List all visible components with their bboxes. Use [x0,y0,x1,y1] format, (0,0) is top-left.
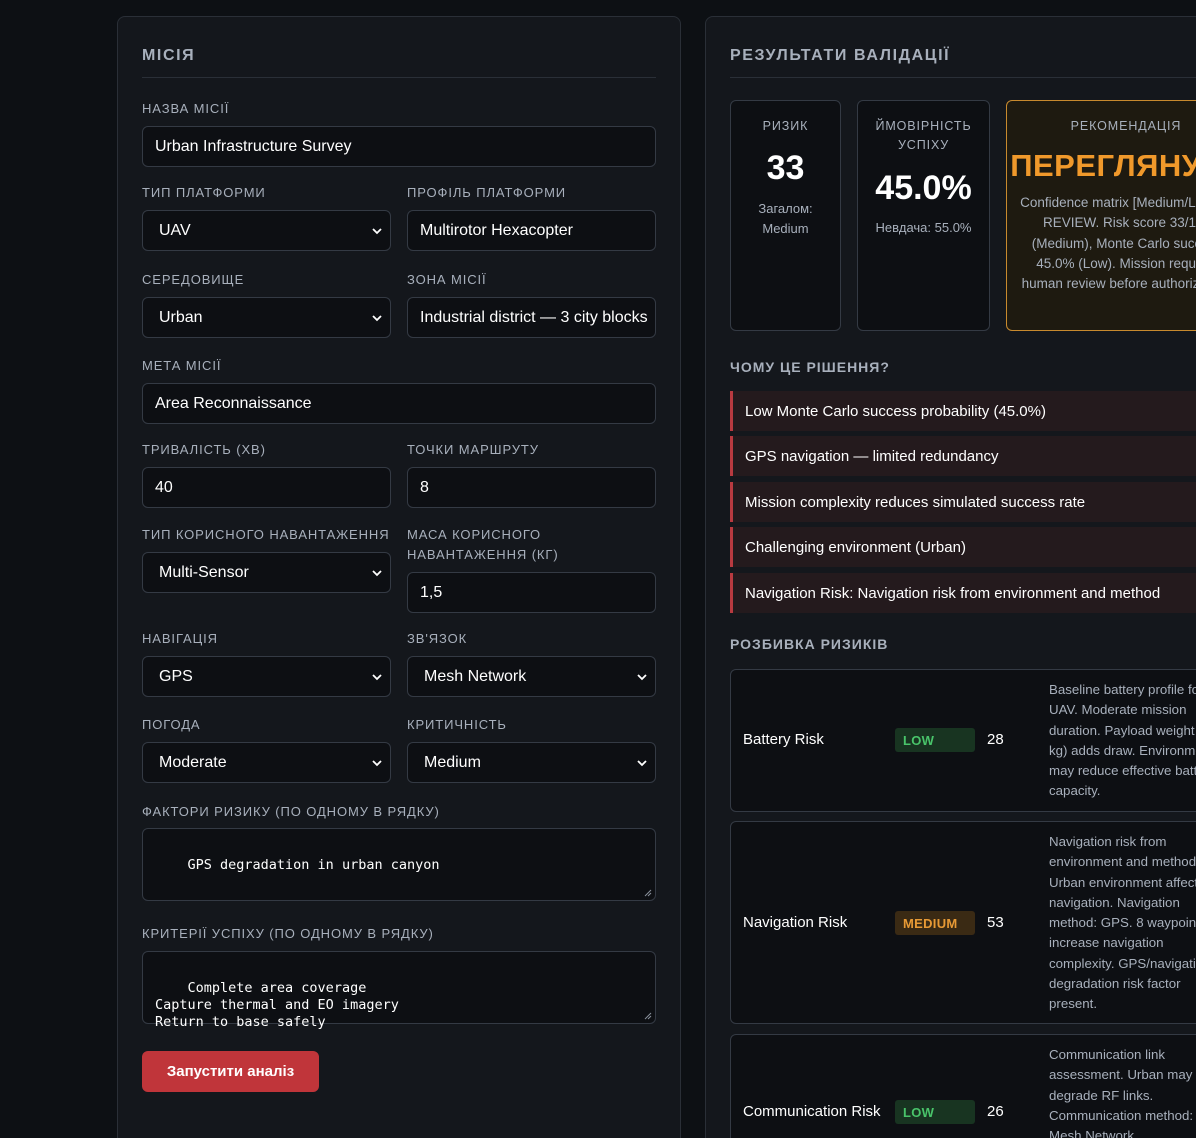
mission-panel-title: МІСІЯ [142,47,196,64]
chevron-down-icon [637,674,647,681]
navigation-label: НАВІГАЦІЯ [142,631,218,646]
comms-select[interactable]: Mesh Network [407,656,656,697]
risk-score: 28 [987,731,1004,748]
resize-grip-icon[interactable] [644,889,652,897]
payload-type-select[interactable]: Multi-Sensor [142,552,391,593]
criticality-select[interactable]: Medium [407,742,656,783]
platform-type-select[interactable]: UAV [142,210,391,251]
risk-factors-textarea[interactable]: GPS degradation in urban canyon [142,828,656,901]
risk-name: Navigation Risk [743,914,848,931]
weather-select[interactable]: Moderate [142,742,391,783]
duration-input[interactable]: 40 [142,467,391,508]
reason-item: Low Monte Carlo success probability (45.… [730,391,1196,431]
divider [142,77,656,78]
reason-item: GPS navigation — limited redundancy [730,436,1196,476]
chevron-down-icon [637,760,647,767]
risk-score-card: РИЗИК 33 Загалом: Medium [730,100,841,331]
risk-description: Navigation risk from environment and met… [1049,834,1196,1012]
recommendation-value: ПЕРЕГЛЯНУТИ [1010,148,1196,183]
zone-label: ЗОНА МІСІЇ [407,272,487,287]
failure-probability: Невдача: 55.0% [875,220,972,235]
risk-factors-label: ФАКТОРИ РИЗИКУ (ПО ОДНОМУ В РЯДКУ) [142,804,440,819]
results-panel: РЕЗУЛЬТАТИ ВАЛІДАЦІЇ РИЗИК 33 Загалом: M… [705,16,1196,1138]
payload-mass-input[interactable]: 1,5 [407,572,656,613]
risk-level-badge: MEDIUM [895,911,975,935]
navigation-select[interactable]: GPS [142,656,391,697]
navigation-value: GPS [159,667,193,685]
risk-score: 26 [987,1103,1004,1120]
success-criteria-label: КРИТЕРІЇ УСПІХУ (ПО ОДНОМУ В РЯДКУ) [142,926,434,941]
weather-value: Moderate [159,753,227,771]
mission-panel: МІСІЯ НАЗВА МІСІЇ Urban Infrastructure S… [117,16,681,1138]
risk-description: Baseline battery profile for UAV. Modera… [1049,682,1196,799]
environment-label: СЕРЕДОВИЩЕ [142,272,245,287]
success-criteria-text: Complete area coverage Capture thermal a… [155,980,399,1030]
results-panel-title: РЕЗУЛЬТАТИ ВАЛІДАЦІЇ [730,47,951,64]
recommendation-card: РЕКОМЕНДАЦІЯ ПЕРЕГЛЯНУТИ Confidence matr… [1006,100,1196,331]
risk-name: Communication Risk [743,1103,881,1120]
risk-breakdown-row: Navigation Risk MEDIUM 53 Navigation ris… [730,821,1196,1024]
goal-input[interactable]: Area Reconnaissance [142,383,656,424]
payload-mass-label-line-2: НАВАНТАЖЕННЯ (КГ) [407,547,559,562]
success-probability-value: 45.0% [875,169,972,207]
chevron-down-icon [372,315,382,322]
criticality-value: Medium [424,753,481,771]
reason-item: Mission complexity reduces simulated suc… [730,482,1196,522]
payload-mass-label: МАСА КОРИСНОГО НАВАНТАЖЕННЯ (КГ) [407,525,559,565]
success-probability-label-line-1: ЙМОВІРНІСТЬ [875,119,972,133]
resize-grip-icon[interactable] [644,1012,652,1020]
risk-score-label: РИЗИК [762,119,809,133]
reason-item: Challenging environment (Urban) [730,527,1196,567]
risk-description: Communication link assessment. Urban may… [1049,1047,1194,1138]
run-analysis-button[interactable]: Запустити аналіз [142,1051,319,1092]
success-probability-label-line-2: УСПІХУ [897,138,950,152]
platform-type-label: ТИП ПЛАТФОРМИ [142,185,266,200]
chevron-down-icon [372,570,382,577]
success-criteria-textarea[interactable]: Complete area coverage Capture thermal a… [142,951,656,1030]
criticality-label: КРИТИЧНІСТЬ [407,717,507,732]
payload-type-value: Multi-Sensor [159,563,249,581]
duration-label: ТРИВАЛІСТЬ (ХВ) [142,442,266,457]
waypoints-input[interactable]: 8 [407,467,656,508]
waypoints-label: ТОЧКИ МАРШРУТУ [407,442,539,457]
goal-label: МЕТА МІСІЇ [142,358,222,373]
risk-breakdown-heading: РОЗБИВКА РИЗИКІВ [730,636,889,652]
platform-profile-input[interactable]: Multirotor Hexacopter [407,210,656,251]
mission-name-label: НАЗВА МІСІЇ [142,101,230,116]
payload-mass-label-line-1: МАСА КОРИСНОГО [407,527,542,542]
why-decision-heading: ЧОМУ ЦЕ РІШЕННЯ? [730,359,890,375]
comms-value: Mesh Network [424,667,527,685]
risk-name: Battery Risk [743,731,824,748]
reason-item: Navigation Risk: Navigation risk from en… [730,573,1196,613]
recommendation-label: РЕКОМЕНДАЦІЯ [1070,119,1182,133]
comms-label: ЗВ'ЯЗОК [407,631,468,646]
risk-overall-value: Medium [762,221,809,236]
platform-profile-label: ПРОФІЛЬ ПЛАТФОРМИ [407,185,567,200]
divider [730,77,1196,78]
success-probability-card: ЙМОВІРНІСТЬ УСПІХУ 45.0% Невдача: 55.0% [857,100,990,331]
risk-score: 53 [987,914,1004,931]
mission-name-input[interactable]: Urban Infrastructure Survey [142,126,656,167]
payload-type-label: ТИП КОРИСНОГО НАВАНТАЖЕННЯ [142,527,390,542]
chevron-down-icon [372,674,382,681]
environment-value: Urban [159,308,203,326]
chevron-down-icon [372,228,382,235]
risk-score-value: 33 [766,149,805,187]
platform-type-value: UAV [159,221,191,239]
risk-breakdown-row: Communication Risk LOW 26 Communication … [730,1034,1196,1138]
risk-breakdown-row: Battery Risk LOW 28 Baseline battery pro… [730,669,1196,812]
risk-overall-label: Загалом: [758,201,813,216]
chevron-down-icon [372,760,382,767]
environment-select[interactable]: Urban [142,297,391,338]
recommendation-explanation: Confidence matrix [Medium/Low] → REVIEW.… [1020,195,1196,292]
risk-level-badge: LOW [895,1100,975,1124]
risk-factors-text: GPS degradation in urban canyon [187,857,440,873]
zone-input[interactable]: Industrial district — 3 city blocks [407,297,656,338]
weather-label: ПОГОДА [142,717,201,732]
risk-level-badge: LOW [895,728,975,752]
